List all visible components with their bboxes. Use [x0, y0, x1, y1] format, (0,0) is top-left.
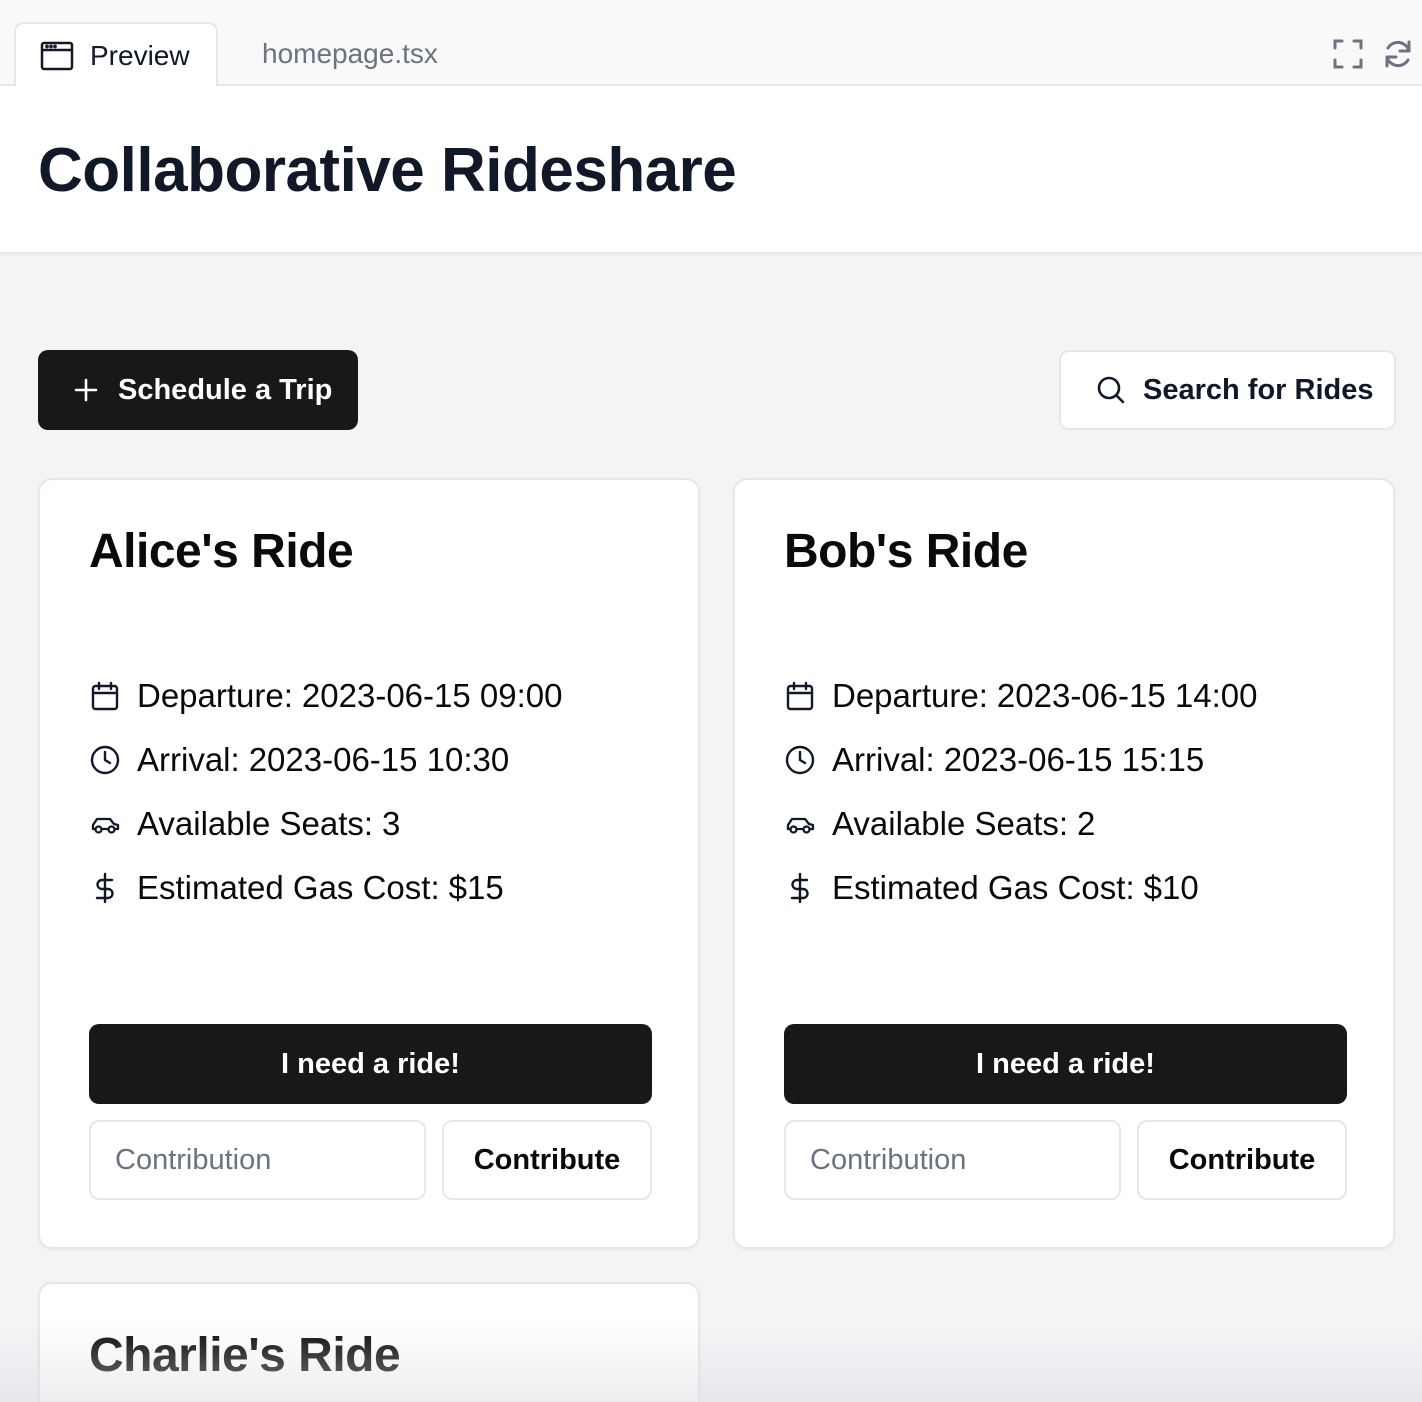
seats-row: Available Seats: 2 — [784, 792, 1257, 856]
arrival-value: 2023-06-15 10:30 — [248, 741, 510, 778]
departure-row: Departure: 2023-06-15 14:00 — [784, 664, 1257, 728]
dollar-icon — [784, 872, 816, 904]
arrival-row: Arrival: 2023-06-15 15:15 — [784, 728, 1257, 792]
ride-title: Alice's Ride — [89, 525, 354, 578]
contribute-button[interactable]: Contribute — [1137, 1120, 1347, 1200]
arrival-label: Arrival: — [832, 741, 935, 778]
calendar-icon — [89, 680, 121, 712]
tab-file-label: homepage.tsx — [262, 38, 438, 69]
ride-title: Bob's Ride — [784, 525, 1028, 578]
window-icon — [40, 41, 74, 71]
departure-value: 2023-06-15 09:00 — [301, 677, 563, 714]
arrival-row: Arrival: 2023-06-15 10:30 — [89, 728, 562, 792]
preview-tabbar: Preview homepage.tsx — [0, 0, 1422, 88]
seats-value: 3 — [382, 805, 401, 842]
calendar-icon — [784, 680, 816, 712]
departure-row: Departure: 2023-06-15 09:00 — [89, 664, 562, 728]
seats-value: 2 — [1077, 805, 1096, 842]
tabbar-actions — [1332, 38, 1414, 70]
ride-card: Alice's Ride Departure: 2023-06-15 09:00 — [38, 478, 700, 1249]
seats-label: Available Seats: — [832, 805, 1069, 842]
ride-details: Departure: 2023-06-15 14:00 Arrival: 202… — [784, 664, 1257, 920]
departure-label: Departure: — [137, 677, 293, 714]
need-ride-button[interactable]: I need a ride! — [89, 1024, 652, 1104]
page-title: Collaborative Rideshare — [38, 136, 737, 205]
app-header: Collaborative Rideshare — [0, 86, 1422, 254]
gas-cost-value: $10 — [1143, 869, 1199, 906]
contribute-button[interactable]: Contribute — [442, 1120, 652, 1200]
fullscreen-icon[interactable] — [1332, 38, 1364, 70]
dollar-icon — [89, 872, 121, 904]
refresh-icon[interactable] — [1382, 38, 1414, 70]
seats-row: Available Seats: 3 — [89, 792, 562, 856]
gas-cost-label: Estimated Gas Cost: — [137, 869, 440, 906]
gas-cost-row: Estimated Gas Cost: $15 — [89, 856, 562, 920]
gas-cost-label: Estimated Gas Cost: — [832, 869, 1135, 906]
departure-value: 2023-06-15 14:00 — [996, 677, 1258, 714]
gas-cost-value: $15 — [448, 869, 504, 906]
contribution-input[interactable] — [89, 1120, 426, 1200]
schedule-trip-button[interactable]: Schedule a Trip — [38, 350, 358, 430]
search-rides-label: Search for Rides — [1143, 373, 1374, 406]
tab-homepage-file[interactable]: homepage.tsx — [262, 22, 438, 86]
departure-label: Departure: — [832, 677, 988, 714]
arrival-label: Arrival: — [137, 741, 240, 778]
ride-title: Charlie's Ride — [89, 1329, 401, 1382]
seats-label: Available Seats: — [137, 805, 374, 842]
search-icon — [1095, 374, 1127, 406]
clock-icon — [784, 744, 816, 776]
contribution-input[interactable] — [784, 1120, 1121, 1200]
ride-card: Charlie's Ride — [38, 1282, 700, 1402]
schedule-trip-label: Schedule a Trip — [118, 373, 333, 406]
clock-icon — [89, 744, 121, 776]
need-ride-button[interactable]: I need a ride! — [784, 1024, 1347, 1104]
ride-card: Bob's Ride Departure: 2023-06-15 14:00 A… — [733, 478, 1395, 1249]
plus-icon — [72, 376, 100, 404]
tab-preview-label: Preview — [90, 40, 190, 71]
car-icon — [89, 808, 121, 840]
arrival-value: 2023-06-15 15:15 — [943, 741, 1205, 778]
car-icon — [784, 808, 816, 840]
tab-preview[interactable]: Preview — [14, 22, 218, 88]
ride-details: Departure: 2023-06-15 09:00 Arrival: 202… — [89, 664, 562, 920]
search-rides-button[interactable]: Search for Rides — [1059, 350, 1396, 430]
gas-cost-row: Estimated Gas Cost: $10 — [784, 856, 1257, 920]
